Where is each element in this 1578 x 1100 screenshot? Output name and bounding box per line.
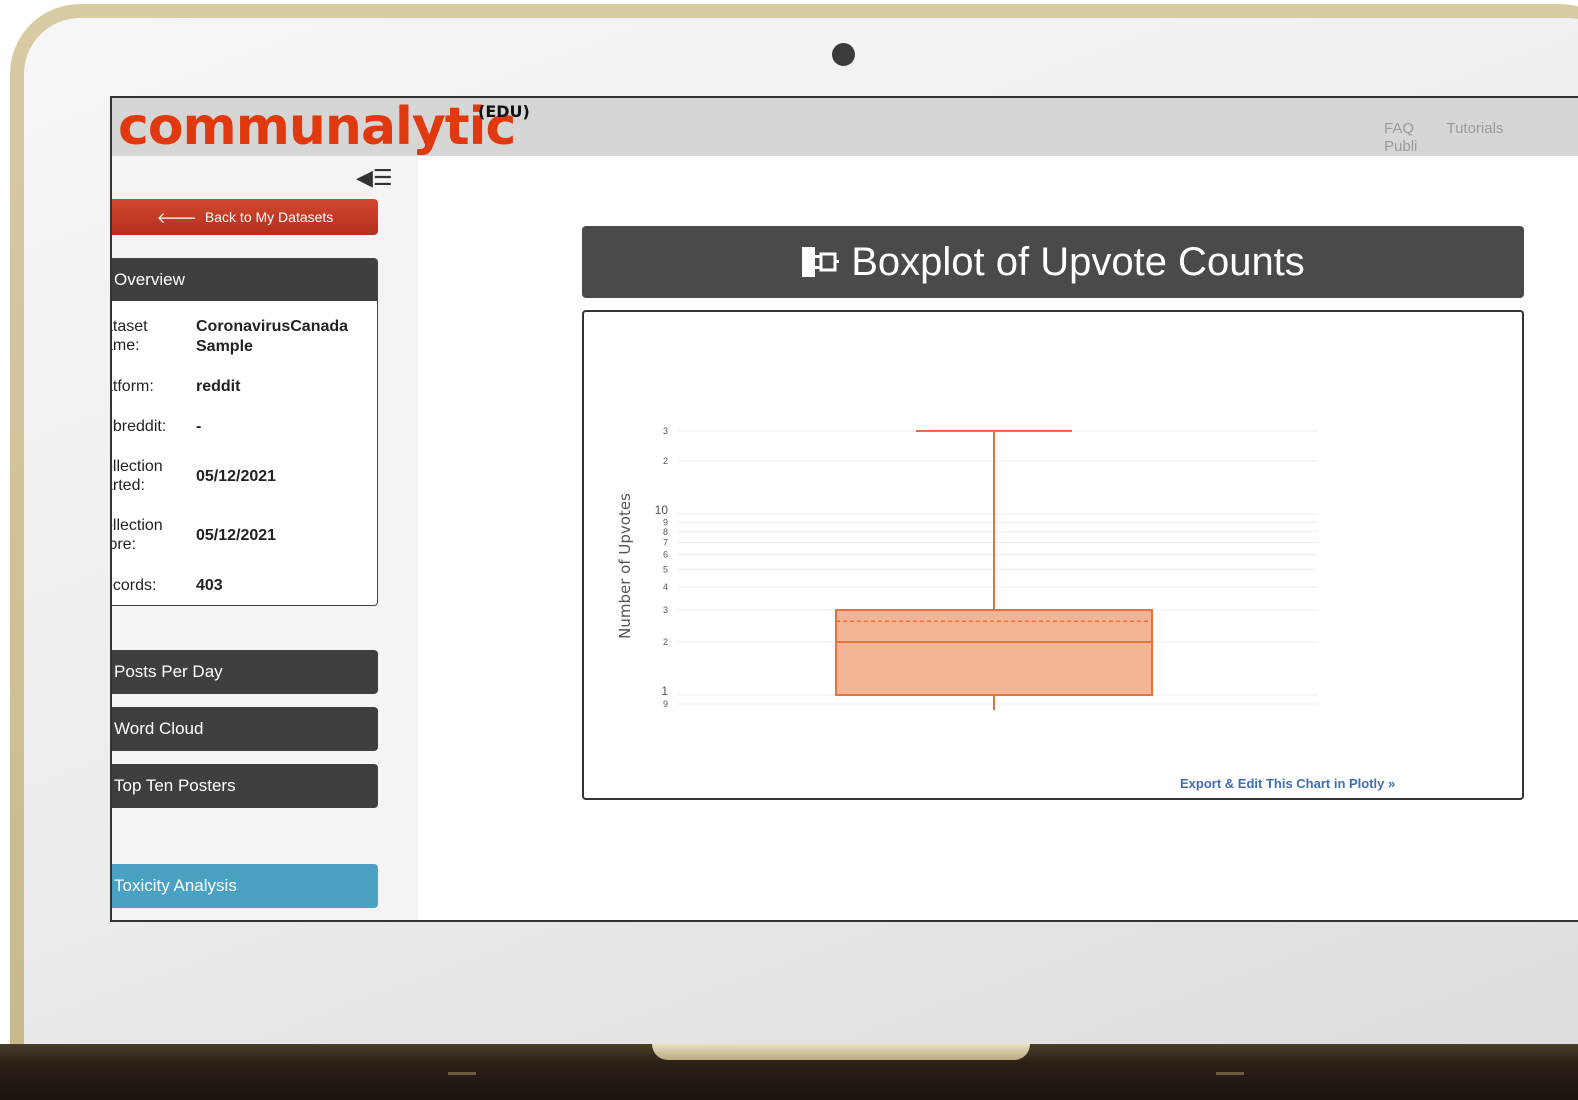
- overview-key: ubreddit:: [112, 418, 167, 435]
- y-tick-label: 3: [663, 426, 668, 436]
- laptop-hinge-notch: [652, 1044, 1030, 1060]
- back-button-label: Back to My Datasets: [204, 209, 334, 225]
- collapse-sidebar-icon[interactable]: ◀☰: [356, 166, 393, 191]
- app-logo[interactable]: communalytic: [118, 98, 516, 160]
- nav-toxicity-analysis[interactable]: Toxicity Analysis: [112, 864, 378, 908]
- top-bar: communalytic (EDU) FAQ Tutorials Publi: [112, 98, 1578, 157]
- overview-key: ollection fore:: [112, 517, 163, 553]
- overview-value: 05/12/2021: [196, 527, 277, 544]
- y-tick-label: 5: [663, 564, 668, 574]
- app-screen: communalytic (EDU) FAQ Tutorials Publi ◀…: [110, 96, 1578, 922]
- y-tick-label: 8: [663, 527, 668, 537]
- y-axis-label: Number of Upvotes: [616, 493, 634, 639]
- camera: [832, 43, 855, 66]
- overview-value: CoronavirusCanada Sample: [196, 318, 349, 355]
- overview-key: ollection arted:: [112, 458, 163, 494]
- y-tick-label: 6: [663, 550, 668, 560]
- sidebar: ◀☰ 🡐 Back to My Datasets Overview ataset…: [112, 156, 418, 920]
- nav-posts-per-day[interactable]: Posts Per Day: [112, 650, 378, 694]
- nav-link-tutorials[interactable]: Tutorials: [1446, 120, 1503, 137]
- overview-panel: Overview ataset ame: CoronavirusCanada S…: [112, 258, 378, 606]
- boxplot-icon: [801, 246, 840, 278]
- nav-link-faq[interactable]: FAQ: [1384, 120, 1414, 137]
- laptop-foot: [448, 1072, 476, 1075]
- overview-key: ataset ame:: [112, 318, 148, 354]
- y-tick-label: 1: [661, 684, 668, 698]
- nav-word-cloud[interactable]: Word Cloud: [112, 707, 378, 751]
- y-tick-label: 2: [663, 637, 668, 647]
- back-to-datasets-button[interactable]: 🡐 Back to My Datasets: [112, 199, 378, 235]
- chart-title: Boxplot of Upvote Counts: [851, 239, 1305, 284]
- nav-top-ten-posters[interactable]: Top Ten Posters: [112, 764, 378, 808]
- laptop-foot: [1216, 1072, 1244, 1075]
- top-nav: FAQ Tutorials Publi: [1384, 120, 1578, 156]
- overview-value: reddit: [196, 378, 241, 395]
- y-tick-label: 7: [663, 537, 668, 547]
- overview-key: atform:: [112, 378, 154, 395]
- chart-panel: 9 1 2 3 4 5 6 7 8 9 10 2 3 Number of Upvotes Export &…: [582, 310, 1524, 800]
- edition-badge: (EDU): [478, 102, 530, 121]
- boxplot-chart[interactable]: 91234567891023Number of Upvotes: [584, 312, 1522, 798]
- overview-value: -: [196, 418, 202, 435]
- export-plotly-link[interactable]: Export & Edit This Chart in Plotly »: [1180, 776, 1395, 791]
- box-iqr: [835, 609, 1153, 696]
- chart-header: Boxplot of Upvote Counts: [582, 226, 1524, 298]
- overview-value: 05/12/2021: [196, 468, 277, 485]
- y-tick-label: 9: [663, 699, 668, 709]
- overview-value: 403: [196, 577, 223, 594]
- arrow-left-icon: 🡐: [156, 208, 197, 227]
- y-tick-label: 3: [663, 605, 668, 615]
- y-tick-label: 9: [663, 517, 668, 527]
- overview-title: Overview: [112, 259, 377, 301]
- y-tick-label: 2: [663, 456, 668, 466]
- y-tick-label: 10: [655, 503, 669, 517]
- nav-link-publications[interactable]: Publi: [1384, 138, 1417, 155]
- overview-key: ecords:: [112, 577, 157, 594]
- y-tick-label: 4: [663, 582, 668, 592]
